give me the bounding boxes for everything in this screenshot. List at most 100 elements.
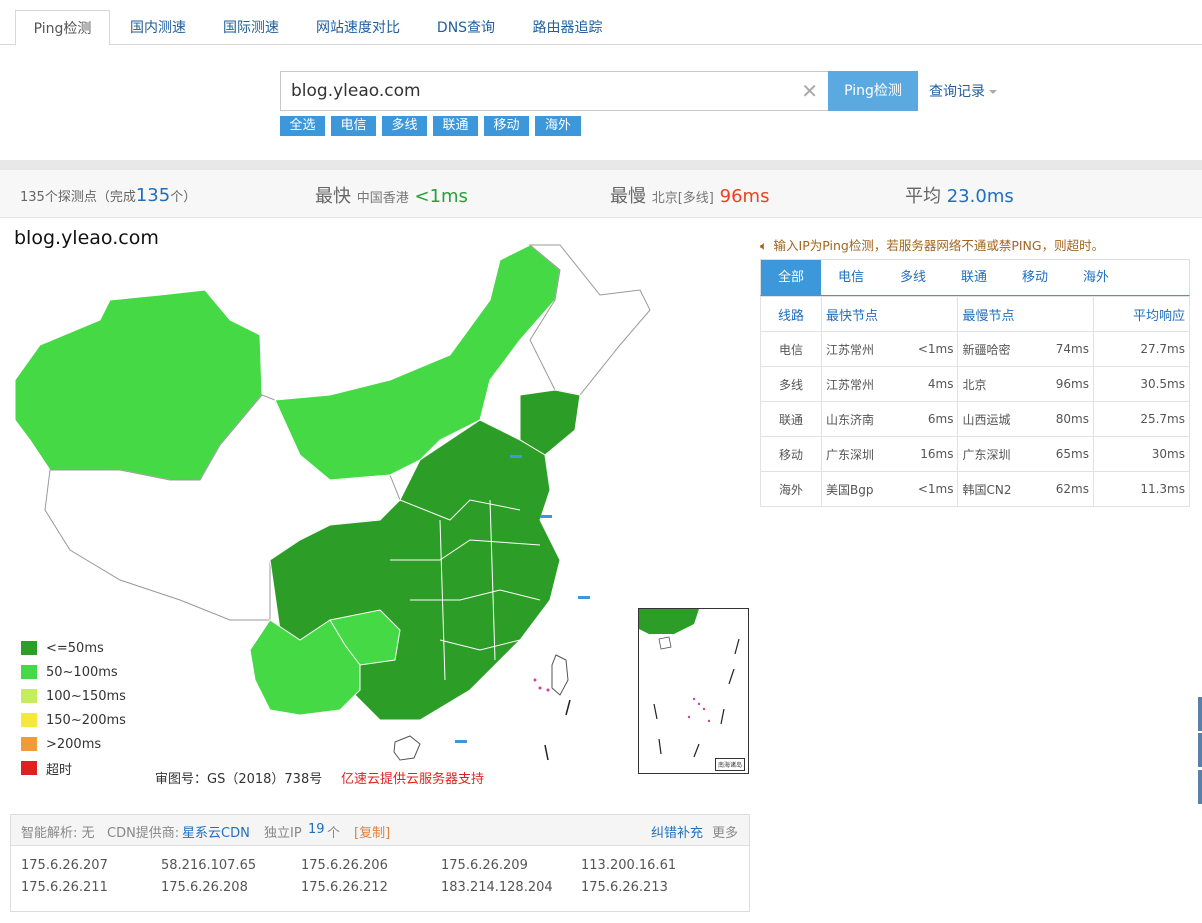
- ping-button[interactable]: Ping检测: [828, 71, 918, 111]
- table-header-row: 线路 最快节点 最慢节点 平均响应: [760, 296, 1190, 332]
- tab-international-speed[interactable]: 国际测速: [210, 10, 292, 46]
- nine-dash-line: [544, 699, 571, 761]
- legend-label: 150~200ms: [46, 712, 126, 728]
- average-stat: 平均 23.0ms: [905, 182, 1014, 208]
- fastest-label: 最快: [315, 186, 351, 207]
- isp-tab-all[interactable]: 全部: [761, 260, 821, 296]
- row-fast-node: 山东济南: [821, 401, 899, 437]
- legend-swatch: [21, 641, 37, 655]
- legend-swatch: [21, 713, 37, 727]
- row-fast-ms: 16ms: [898, 436, 959, 472]
- row-line[interactable]: 多线: [760, 366, 822, 402]
- row-line[interactable]: 联通: [760, 401, 822, 437]
- filter-telecom[interactable]: 电信: [331, 116, 376, 136]
- row-line[interactable]: 海外: [760, 471, 822, 507]
- ip-address: 175.6.26.208: [161, 880, 248, 895]
- notice-text: 输入IP为Ping检测，若服务器网络不通或禁PING，则超时。: [773, 238, 1105, 253]
- filter-unicom[interactable]: 联通: [433, 116, 478, 136]
- row-slow-ms: 65ms: [1036, 436, 1095, 472]
- filter-overseas[interactable]: 海外: [535, 116, 581, 136]
- filter-mobile[interactable]: 移动: [484, 116, 529, 136]
- ip-address: 175.6.26.212: [301, 880, 388, 895]
- probe-count: 135个探测点（完成135个）: [20, 185, 196, 206]
- filter-multiline[interactable]: 多线: [382, 116, 427, 136]
- average-label: 平均: [905, 186, 941, 207]
- probe-count-number: 135: [135, 185, 171, 206]
- ip-count: 19: [308, 822, 325, 837]
- ip-address: 175.6.26.207: [21, 858, 108, 873]
- header-slowest: 最慢节点: [957, 296, 1094, 332]
- report-link[interactable]: 纠错补充: [651, 822, 703, 841]
- float-handle[interactable]: [1198, 770, 1202, 804]
- row-fast-ms: <1ms: [898, 331, 959, 367]
- map-region-taiwan[interactable]: [551, 654, 569, 696]
- float-handle[interactable]: [1198, 733, 1202, 767]
- table-row: 海外 美国Bgp <1ms 韩国CN2 62ms 11.3ms: [760, 471, 1190, 507]
- legend-item: 150~200ms: [21, 708, 126, 732]
- ip-address: 175.6.26.209: [441, 858, 528, 873]
- row-avg: 11.3ms: [1093, 471, 1190, 507]
- inset-label: 南海诸岛: [714, 758, 745, 771]
- cdn-label: CDN提供商:: [107, 826, 180, 841]
- isp-tab-overseas[interactable]: 海外: [1066, 260, 1126, 296]
- legend-item: >200ms: [21, 732, 126, 756]
- row-line[interactable]: 移动: [760, 436, 822, 472]
- row-fast-node: 广东深圳: [821, 436, 899, 472]
- isp-tab-unicom[interactable]: 联通: [944, 260, 1004, 296]
- float-handle[interactable]: [1198, 697, 1202, 731]
- legend-swatch: [21, 761, 37, 775]
- legend-item: <=50ms: [21, 636, 126, 660]
- search-area: ✕ Ping检测 查询记录 全选 电信 多线 联通 移动 海外: [0, 46, 1202, 160]
- host-input[interactable]: [291, 79, 791, 103]
- probe-count-suffix: 个）: [170, 190, 197, 205]
- chevron-down-icon: [989, 90, 997, 94]
- legend-swatch: [21, 665, 37, 679]
- isp-tabs: 全部 电信 多线 联通 移动 海外: [760, 259, 1190, 296]
- cdn-value[interactable]: 星系云CDN: [182, 822, 250, 841]
- row-avg: 30.5ms: [1093, 366, 1190, 402]
- row-fast-ms: 6ms: [898, 401, 959, 437]
- clear-icon[interactable]: ✕: [801, 80, 818, 102]
- more-link[interactable]: 更多: [712, 822, 738, 841]
- south-china-sea-inset: 南海诸岛: [638, 608, 749, 774]
- history-dropdown[interactable]: 查询记录: [929, 81, 997, 101]
- stats-bar: 135个探测点（完成135个） 最快 中国香港 <1ms 最慢 北京[多线] 9…: [0, 170, 1202, 218]
- tab-domestic-speed[interactable]: 国内测速: [118, 10, 198, 46]
- tab-site-compare[interactable]: 网站速度对比: [305, 10, 411, 46]
- ip-address: 175.6.26.213: [581, 880, 668, 895]
- tab-dns-query[interactable]: DNS查询: [425, 10, 507, 46]
- isp-tab-mobile[interactable]: 移动: [1005, 260, 1065, 296]
- table-row: 移动 广东深圳 16ms 广东深圳 65ms 30ms: [760, 436, 1190, 472]
- slowest-location: 北京[多线]: [651, 191, 714, 206]
- row-slow-node: 北京: [957, 366, 1037, 402]
- legend-label: <=50ms: [46, 640, 104, 656]
- row-slow-node: 韩国CN2: [957, 471, 1037, 507]
- fastest-stat: 最快 中国香港 <1ms: [315, 182, 468, 208]
- ip-address: 175.6.26.211: [21, 880, 108, 895]
- row-fast-node: 江苏常州: [821, 331, 899, 367]
- island-markers: [533, 678, 550, 692]
- legend-swatch: [21, 737, 37, 751]
- map-region-hainan[interactable]: [393, 735, 421, 761]
- isp-tab-telecom[interactable]: 电信: [821, 260, 881, 296]
- row-slow-node: 山西运城: [957, 401, 1037, 437]
- row-avg: 27.7ms: [1093, 331, 1190, 367]
- average-value: 23.0ms: [946, 186, 1014, 207]
- dns-panel-header: 智能解析: 无 CDN提供商: 星系云CDN 独立IP 19 个 [复制] 纠错…: [11, 815, 749, 846]
- ip-address: 58.216.107.65: [161, 858, 257, 873]
- sponsor-link[interactable]: 亿速云提供云服务器支持: [341, 768, 484, 787]
- legend-label: >200ms: [46, 736, 102, 752]
- copy-button[interactable]: [复制]: [354, 822, 390, 841]
- tab-route-trace[interactable]: 路由器追踪: [520, 10, 615, 46]
- history-label: 查询记录: [929, 84, 985, 100]
- tab-ping[interactable]: Ping检测: [15, 10, 110, 46]
- slowest-stat: 最慢 北京[多线] 96ms: [610, 182, 769, 208]
- ip-address: 113.200.16.61: [581, 858, 677, 873]
- row-slow-ms: 80ms: [1036, 401, 1095, 437]
- isp-tab-multiline[interactable]: 多线: [883, 260, 943, 296]
- map-legend: <=50ms 50~100ms 100~150ms 150~200ms >200…: [21, 636, 126, 780]
- filter-all[interactable]: 全选: [280, 116, 325, 136]
- row-line[interactable]: 电信: [760, 331, 822, 367]
- row-slow-ms: 96ms: [1036, 366, 1095, 402]
- map-approval-number: 审图号：GS（2018）738号: [155, 772, 323, 787]
